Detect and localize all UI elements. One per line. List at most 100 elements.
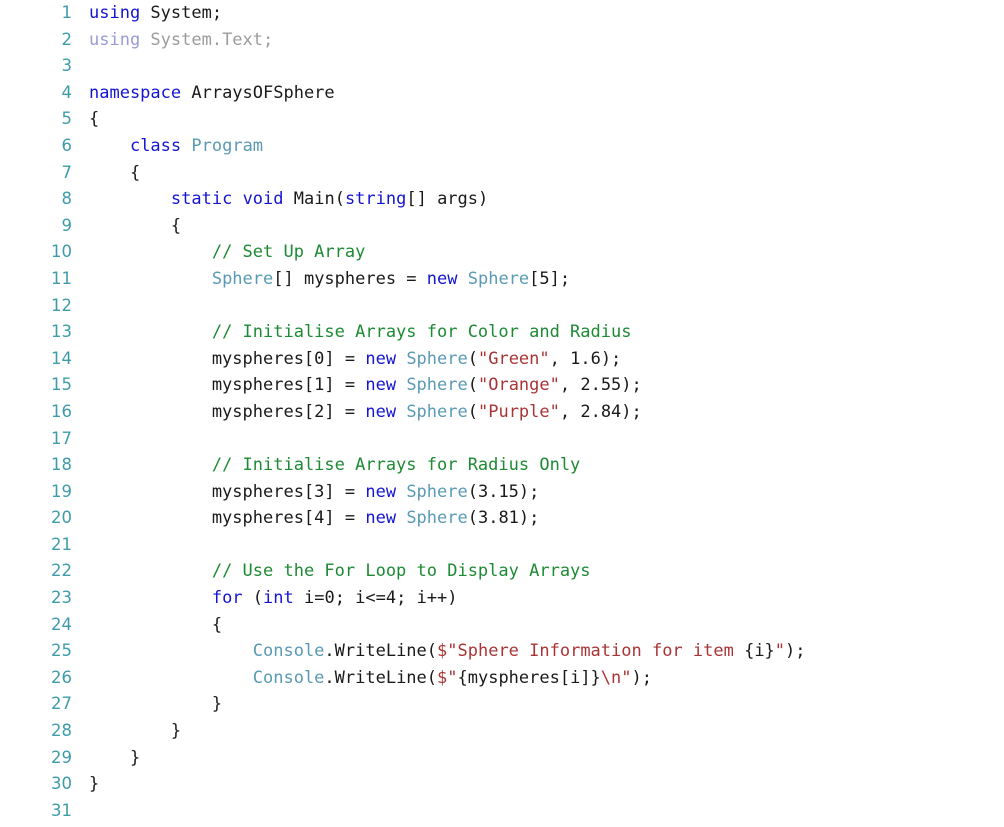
code-token-string: "Purple" <box>477 401 560 422</box>
code-line[interactable]: 20 myspheres[4] = new Sphere(3.81); <box>0 505 1004 532</box>
line-content[interactable]: { <box>72 612 222 639</box>
line-content[interactable]: } <box>72 771 99 798</box>
line-content[interactable]: myspheres[3] = new Sphere(3.15); <box>72 479 540 506</box>
code-line[interactable]: 16 myspheres[2] = new Sphere("Purple", 2… <box>0 399 1004 426</box>
line-number: 8 <box>61 189 73 209</box>
code-line[interactable]: 1 using System; <box>0 0 1004 27</box>
code-token-plain: .WriteLine( <box>324 641 438 662</box>
line-content[interactable]: myspheres[2] = new Sphere("Purple", 2.84… <box>72 399 642 426</box>
code-token-type: Sphere <box>406 401 468 422</box>
code-token-comment: // Initialise Arrays for Color and Radiu… <box>211 322 632 343</box>
line-content[interactable]: for (int i=0; i<=4; i++) <box>72 585 458 612</box>
line-content[interactable]: // Set Up Array <box>72 239 366 266</box>
line-content[interactable]: // Initialise Arrays for Radius Only <box>72 452 580 479</box>
code-line[interactable]: 2 using System.Text; <box>0 27 1004 54</box>
code-line[interactable]: 18 // Initialise Arrays for Radius Only <box>0 452 1004 479</box>
line-content[interactable]: using System.Text; <box>72 27 273 54</box>
line-content[interactable]: myspheres[1] = new Sphere("Orange", 2.55… <box>72 372 642 399</box>
code-listing[interactable]: 1 using System; 2 using System.Text; 3 4 name… <box>0 0 1004 827</box>
line-content[interactable]: myspheres[4] = new Sphere(3.81); <box>72 505 540 532</box>
code-line[interactable]: 9 { <box>0 213 1004 240</box>
code-line[interactable]: 24 { <box>0 612 1004 639</box>
line-content[interactable]: { <box>72 160 140 187</box>
code-token-string: $" <box>437 641 458 662</box>
code-line[interactable]: 23 for (int i=0; i<=4; i++) <box>0 585 1004 612</box>
line-content[interactable] <box>72 293 99 320</box>
code-line[interactable]: 14 myspheres[0] = new Sphere("Green", 1.… <box>0 346 1004 373</box>
code-line[interactable]: 19 myspheres[3] = new Sphere(3.15); <box>0 479 1004 506</box>
code-token-type: Sphere <box>406 348 468 369</box>
line-content[interactable]: Console.WriteLine($"{myspheres[i]}\n"); <box>72 665 652 692</box>
code-line[interactable]: 29 } <box>0 745 1004 772</box>
line-content[interactable]: static void Main(string[] args) <box>72 186 488 213</box>
line-number: 9 <box>61 215 73 235</box>
code-token-type: Sphere <box>211 268 274 289</box>
code-line[interactable]: 25 Console.WriteLine($"Sphere Informatio… <box>0 638 1004 665</box>
code-line[interactable]: 5{ <box>0 106 1004 133</box>
line-content[interactable]: Sphere[] myspheres = new Sphere[5]; <box>72 266 570 293</box>
code-token-plain: [5]; <box>529 268 571 289</box>
code-line[interactable]: 12 <box>0 293 1004 320</box>
code-token-string: Sphere Information for item <box>457 641 745 662</box>
code-line[interactable]: 6 class Program <box>0 133 1004 160</box>
code-token-plain: {i} <box>744 641 775 662</box>
code-token-plain: {myspheres[i]} <box>457 667 601 688</box>
code-token-plain: } <box>89 747 141 768</box>
code-line[interactable]: 31 <box>0 798 1004 825</box>
code-token-keyword: for <box>211 588 243 609</box>
code-line[interactable]: 27 } <box>0 691 1004 718</box>
code-token-plain: , 1.6); <box>549 348 622 369</box>
line-content[interactable] <box>72 798 99 825</box>
line-content[interactable]: myspheres[0] = new Sphere("Green", 1.6); <box>72 346 621 373</box>
code-line[interactable]: 7 { <box>0 160 1004 187</box>
code-line[interactable]: 13 // Initialise Arrays for Color and Ra… <box>0 319 1004 346</box>
code-line[interactable]: 11 Sphere[] myspheres = new Sphere[5]; <box>0 266 1004 293</box>
code-line[interactable]: 30} <box>0 771 1004 798</box>
line-content[interactable] <box>72 53 99 80</box>
line-content[interactable]: namespace ArraysOFSphere <box>72 80 335 107</box>
line-content[interactable] <box>72 532 99 559</box>
line-number: 5 <box>61 109 73 129</box>
code-line[interactable]: 4 namespace ArraysOFSphere <box>0 80 1004 107</box>
code-token-escape: \n <box>600 667 622 688</box>
code-line[interactable]: 8 static void Main(string[] args) <box>0 186 1004 213</box>
line-content[interactable]: { <box>72 213 181 240</box>
code-token-plain: ( <box>467 375 478 396</box>
code-token-plain: ); <box>785 641 806 662</box>
line-content[interactable]: using System; <box>72 0 222 27</box>
code-line[interactable]: 10 // Set Up Array <box>0 239 1004 266</box>
code-line[interactable]: 26 Console.WriteLine($"{myspheres[i]}\n"… <box>0 665 1004 692</box>
code-token-type: Sphere <box>467 268 530 289</box>
line-content[interactable]: } <box>72 718 181 745</box>
code-token-comment: // Initialise Arrays for Radius Only <box>211 455 581 476</box>
line-content[interactable]: // Use the For Loop to Display Arrays <box>72 558 591 585</box>
code-token-keyword: class <box>129 135 182 156</box>
line-number: 7 <box>61 162 73 182</box>
code-token-plain: (3.15); <box>467 481 540 502</box>
line-number: 15 <box>51 375 72 395</box>
code-line[interactable]: 28 } <box>0 718 1004 745</box>
code-line[interactable]: 21 <box>0 532 1004 559</box>
code-token-keyword: new <box>365 508 397 529</box>
code-line[interactable]: 3 <box>0 53 1004 80</box>
line-content[interactable]: class Program <box>72 133 263 160</box>
line-content[interactable]: Console.WriteLine($"Sphere Information f… <box>72 638 806 665</box>
code-token-keyword: static <box>170 189 233 210</box>
code-line[interactable]: 22 // Use the For Loop to Display Arrays <box>0 558 1004 585</box>
line-content[interactable]: // Initialise Arrays for Color and Radiu… <box>72 319 632 346</box>
line-content[interactable] <box>72 426 99 453</box>
line-content[interactable]: { <box>72 106 99 133</box>
line-number: 20 <box>51 508 72 528</box>
line-content[interactable]: } <box>72 745 140 772</box>
line-number: 3 <box>61 56 73 76</box>
code-line[interactable]: 15 myspheres[1] = new Sphere("Orange", 2… <box>0 372 1004 399</box>
line-content[interactable]: } <box>72 691 222 718</box>
code-token-plain: System; <box>140 3 223 23</box>
line-number: 17 <box>51 428 72 448</box>
code-token-keyword: new <box>365 375 397 396</box>
code-line[interactable]: 17 <box>0 426 1004 453</box>
